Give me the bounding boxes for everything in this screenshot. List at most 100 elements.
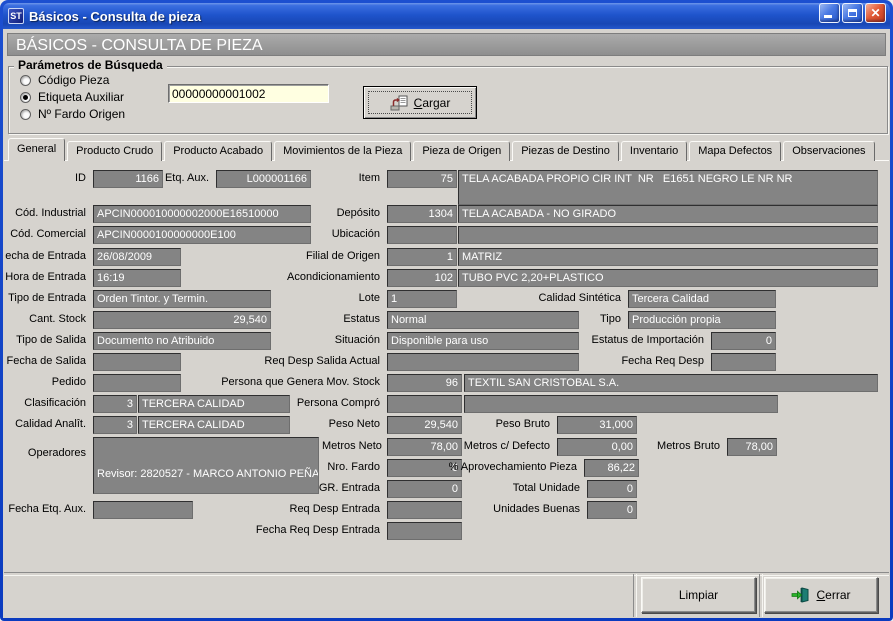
cod-comercial-value: APCIN0000100000000E100 [93, 226, 311, 244]
acondicionamiento-desc: TUBO PVC 2,20+PLASTICO [458, 269, 878, 287]
application-window: ST Básicos - Consulta de pieza ✕ BÁSICOS… [0, 0, 893, 621]
search-group-legend: Parámetros de Búsqueda [14, 58, 167, 72]
cod-industrial-value: APCIN000010000002000E16510000 [93, 205, 311, 223]
tipo-label: Tipo [560, 311, 625, 328]
tipo-entrada-value: Orden Tintor. y Termin. [93, 290, 271, 308]
lote-label: Lote [330, 290, 384, 307]
load-icon [390, 95, 408, 111]
gr-entrada-value: 0 [387, 480, 462, 498]
cargar-button[interactable]: Cargar [363, 86, 477, 119]
fecha-req-desp-label: Fecha Req Desp [590, 353, 708, 370]
peso-neto-label: Peso Neto [300, 416, 384, 433]
persona-genera-value: 96 [387, 374, 462, 392]
pedido-label: Pedido [0, 374, 90, 391]
peso-neto-value: 29,540 [387, 416, 462, 434]
metros-defecto-value: 0,00 [557, 438, 637, 456]
item-desc: TELA ACABADA PROPIO CIR INT NR E1651 NEG… [458, 170, 878, 205]
limpiar-button[interactable]: Limpiar [641, 577, 756, 613]
req-desp-salida-actual-label: Req Desp Salida Actual [240, 353, 384, 370]
peso-bruto-value: 31,000 [557, 416, 637, 434]
fecha-etq-aux-value [93, 501, 193, 519]
tab-mapa-defectos[interactable]: Mapa Defectos [689, 141, 781, 161]
pedido-value [93, 374, 181, 392]
tab-inventario[interactable]: Inventario [621, 141, 687, 161]
fecha-entrada-value: 26/08/2009 [93, 248, 181, 266]
radio-button-icon [20, 92, 31, 103]
radio-button-icon [20, 75, 31, 86]
ubicacion-value [387, 226, 457, 244]
persona-genera-label: Persona que Genera Mov. Stock [180, 374, 384, 391]
maximize-button[interactable] [842, 3, 863, 23]
item-label: Item [300, 170, 384, 187]
tab-producto-acabado[interactable]: Producto Acabado [164, 141, 272, 161]
radio-label: Nº Fardo Origen [38, 107, 125, 121]
tab-observaciones[interactable]: Observaciones [783, 141, 874, 161]
tipo-value: Producción propia [628, 311, 776, 329]
metros-bruto-label: Metros Bruto [640, 438, 724, 455]
cod-comercial-label: Cód. Comercial [0, 226, 90, 243]
estatus-importacion-value: 0 [711, 332, 776, 350]
unidades-buenas-label: Unidades Buenas [470, 501, 584, 518]
estatus-value: Normal [387, 311, 579, 329]
tipo-salida-label: Tipo de Salida [0, 332, 90, 349]
metros-neto-label: Metros Neto [322, 438, 384, 455]
nro-fardo-label: Nro. Fardo [322, 459, 384, 476]
ubicacion-desc [458, 226, 878, 244]
acondicionamiento-label: Acondicionamiento [260, 269, 384, 286]
cerrar-button[interactable]: Cerrar [764, 577, 878, 613]
estatus-importacion-label: Estatus de Importación [555, 332, 708, 349]
req-desp-entrada-value [387, 501, 462, 519]
titlebar[interactable]: ST Básicos - Consulta de pieza [3, 3, 890, 29]
radio-etiqueta-auxiliar[interactable]: Etiqueta Auxiliar [20, 90, 124, 104]
footer-divider-left [633, 574, 637, 617]
total-unidade-label: Total Unidade [480, 480, 584, 497]
cargar-button-label: Cargar [414, 96, 451, 110]
total-unidade-value: 0 [587, 480, 637, 498]
radio-fardo-origen[interactable]: Nº Fardo Origen [20, 107, 125, 121]
tab-general[interactable]: General [8, 138, 65, 161]
maximize-icon [848, 9, 857, 17]
limpiar-button-label: Limpiar [679, 588, 718, 602]
cant-stock-value: 29,540 [93, 311, 271, 329]
calidad-analit-desc: TERCERA CALIDAD [138, 416, 290, 434]
operadores-line-1: Revisor: 2820527 - MARCO ANTONIO PEÑA LO [97, 467, 315, 481]
deposito-label: Depósito [300, 205, 384, 222]
tab-movimientos-pieza[interactable]: Movimientos de la Pieza [274, 141, 411, 161]
persona-compro-desc [464, 395, 778, 413]
window-title: Básicos - Consulta de pieza [29, 9, 201, 24]
titlebar-close-button[interactable]: ✕ [865, 3, 886, 23]
calidad-sintetica-label: Calidad Sintética [470, 290, 625, 307]
tab-producto-crudo[interactable]: Producto Crudo [67, 141, 162, 161]
tab-strip: General Producto Crudo Producto Acabado … [8, 139, 877, 161]
calidad-sintetica-value: Tercera Calidad [628, 290, 776, 308]
lote-value: 1 [387, 290, 457, 308]
persona-compro-value [387, 395, 462, 413]
aprovechamiento-value: 86,22 [584, 459, 639, 477]
fecha-salida-value [93, 353, 181, 371]
cerrar-button-label: Cerrar [816, 588, 850, 602]
radio-codigo-pieza[interactable]: Código Pieza [20, 73, 109, 87]
tipo-entrada-label: Tipo de Entrada [0, 290, 90, 307]
hora-entrada-value: 16:19 [93, 269, 181, 287]
fecha-req-desp-entrada-value [387, 522, 462, 540]
search-input[interactable] [168, 84, 329, 103]
cod-industrial-label: Cód. Industrial [0, 205, 90, 222]
operadores-value: Revisor: 2820527 - MARCO ANTONIO PEÑA LO… [93, 437, 319, 494]
etq-aux-value: L000001166 [216, 170, 311, 188]
req-desp-salida-actual-value [387, 353, 579, 371]
id-label: ID [0, 170, 90, 187]
peso-bruto-label: Peso Bruto [470, 416, 554, 433]
fecha-etq-aux-label: Fecha Etq. Aux. [0, 501, 90, 518]
tab-pieza-origen[interactable]: Pieza de Origen [413, 141, 510, 161]
tab-piezas-destino[interactable]: Piezas de Destino [512, 141, 619, 161]
etq-aux-label: Etq. Aux. [148, 170, 213, 187]
metros-defecto-label: Metros c/ Defecto [450, 438, 554, 455]
item-value: 75 [387, 170, 457, 188]
filial-origen-value: 1 [387, 248, 457, 266]
tipo-salida-value: Documento no Atribuido [93, 332, 271, 350]
minimize-button[interactable] [819, 3, 840, 23]
radio-label: Código Pieza [38, 73, 109, 87]
fecha-salida-label: Fecha de Salida [0, 353, 90, 370]
deposito-desc: TELA ACABADA - NO GIRADO [458, 205, 878, 223]
app-logo-icon: ST [8, 8, 24, 24]
